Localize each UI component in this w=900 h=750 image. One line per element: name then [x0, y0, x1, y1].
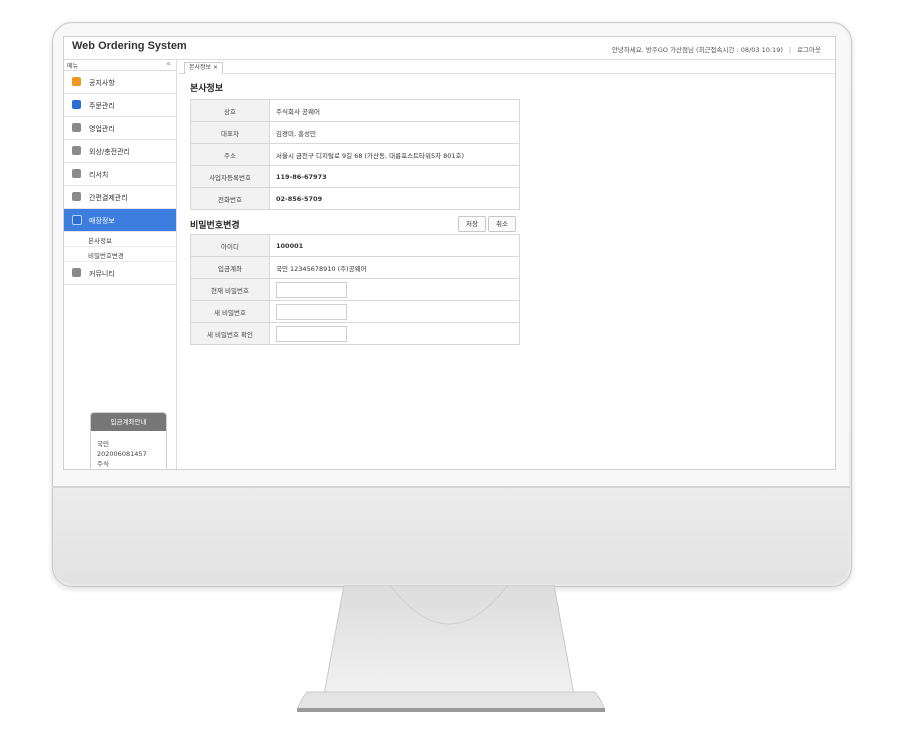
monitor-chin	[53, 488, 849, 584]
bank-account-number: 202006081457	[97, 450, 147, 458]
menu-square-icon	[72, 215, 82, 225]
menu-square-icon	[72, 146, 81, 155]
bank-account-holder: 주식	[97, 460, 109, 468]
sidebar-item-notice[interactable]: 공지사항	[64, 71, 176, 94]
sidebar-item-community[interactable]: 커뮤니티	[64, 262, 176, 285]
screen: Web Ordering System 안녕하세요. 방주GO 가산점님 (최근…	[63, 36, 836, 470]
password-table: 아이디 100001 입금계좌 국민 12345678910 (주)공웨어 현재…	[190, 234, 520, 345]
sidebar-item-label: 리서치	[89, 171, 109, 179]
sidebar-subitem-label: 비밀번호변경	[88, 252, 124, 260]
deposit-account-value: 국민 12345678910 (주)공웨어	[269, 256, 520, 279]
sidebar-item-label: 주문관리	[89, 102, 115, 110]
top-bar: Web Ordering System 안녕하세요. 방주GO 가산점님 (최근…	[64, 37, 835, 60]
hq-info-title: 본사정보	[190, 84, 224, 94]
row-value: 서울시 금천구 디지털로 9길 68 (가산동, 대륭포스트타워5차 801호)	[269, 143, 520, 166]
tab-hq-info[interactable]: 본사정보 ×	[184, 62, 224, 74]
row-value: 김경미, 홍성민	[269, 121, 520, 144]
greeting-text: 안녕하세요. 방주GO 가산점님 (최근접속시간 : 08/03 10:19)	[611, 46, 783, 54]
row-label: 상호	[190, 99, 270, 122]
menu-square-icon	[72, 123, 81, 132]
row-value: 02-856-5709	[269, 187, 520, 210]
logout-link[interactable]: 로그아웃	[797, 46, 821, 54]
password-change-title: 비밀번호변경	[190, 221, 240, 231]
sidebar-item-research[interactable]: 리서치	[64, 163, 176, 186]
main-content: 본사정보 × 본사정보 상호 주식회사 공웨어 대표자 김경미, 홍성민 주소 …	[178, 60, 835, 469]
table-row: 사업자등록번호 119-86-67973	[190, 165, 520, 188]
row-label: 대표자	[190, 121, 270, 144]
bank-account-box: 입금계좌안내 국민 202006081457 주식	[90, 412, 167, 469]
confirm-password-input[interactable]	[276, 325, 347, 342]
row-value: 119-86-67973	[269, 165, 520, 188]
sidebar-item-credit[interactable]: 외상/충전관리	[64, 140, 176, 163]
sidebar-item-label: 공지사항	[89, 79, 115, 87]
menu-square-icon	[72, 169, 81, 178]
menu-square-icon	[72, 192, 81, 201]
row-value: 주식회사 공웨어	[269, 99, 520, 122]
bank-name: 국민	[97, 440, 109, 448]
table-row: 대표자 김경미, 홍성민	[190, 121, 520, 144]
sidebar-item-label: 간편결제관리	[89, 194, 128, 202]
sidebar-subitem-label: 본사정보	[88, 237, 112, 245]
sidebar-item-store-info[interactable]: 매장정보	[64, 209, 176, 232]
sidebar-subitem-change-password[interactable]: 비밀번호변경	[64, 247, 176, 262]
table-row: 새 비밀번호 확인	[190, 322, 520, 345]
sidebar-item-label: 영업관리	[89, 125, 115, 133]
save-button[interactable]: 저장	[458, 216, 486, 232]
app-title: Web Ordering System	[72, 40, 187, 52]
monitor-base	[297, 691, 605, 712]
menu-square-icon	[72, 268, 81, 277]
current-password-input[interactable]	[276, 281, 347, 298]
new-password-input[interactable]	[276, 303, 347, 320]
separator: |	[788, 46, 792, 54]
bank-box-title: 입금계좌안내	[91, 413, 166, 431]
table-row: 상호 주식회사 공웨어	[190, 99, 520, 122]
row-label: 새 비밀번호	[190, 300, 270, 323]
sidebar-item-label: 외상/충전관리	[89, 148, 130, 156]
sidebar-item-orders[interactable]: 주문관리	[64, 94, 176, 117]
table-row: 아이디 100001	[190, 234, 520, 257]
sidebar-menu-label: 메뉴	[67, 63, 79, 70]
row-label: 새 비밀번호 확인	[190, 322, 270, 345]
sidebar-header: 메뉴 «	[64, 59, 176, 71]
cancel-button[interactable]: 취소	[488, 216, 516, 232]
table-row: 전화번호 02-856-5709	[190, 187, 520, 210]
table-row: 입금계좌 국민 12345678910 (주)공웨어	[190, 256, 520, 279]
sidebar-subitem-hq-info[interactable]: 본사정보	[64, 232, 176, 247]
row-label: 입금계좌	[190, 256, 270, 279]
table-row: 현재 비밀번호	[190, 278, 520, 301]
collapse-icon[interactable]: «	[166, 59, 171, 68]
sidebar: 메뉴 « 공지사항 주문관리 영업관리 외상/충전관리 리서치 간편결제관리 매…	[64, 59, 177, 469]
menu-square-icon	[72, 77, 81, 86]
monitor-stand	[323, 585, 575, 695]
table-row: 새 비밀번호	[190, 300, 520, 323]
row-label: 전화번호	[190, 187, 270, 210]
sidebar-item-sales[interactable]: 영업관리	[64, 117, 176, 140]
table-row: 주소 서울시 금천구 디지털로 9길 68 (가산동, 대륭포스트타워5차 80…	[190, 143, 520, 166]
sidebar-item-label: 커뮤니티	[89, 270, 115, 278]
row-label: 아이디	[190, 234, 270, 257]
row-label: 주소	[190, 143, 270, 166]
sidebar-item-label: 매장정보	[89, 217, 115, 225]
sidebar-item-easypay[interactable]: 간편결제관리	[64, 186, 176, 209]
tab-bar: 본사정보 ×	[178, 60, 835, 74]
row-label: 현재 비밀번호	[190, 278, 270, 301]
row-label: 사업자등록번호	[190, 165, 270, 188]
hq-info-table: 상호 주식회사 공웨어 대표자 김경미, 홍성민 주소 서울시 금천구 디지털로…	[190, 99, 520, 210]
menu-square-icon	[72, 100, 81, 109]
user-info: 안녕하세요. 방주GO 가산점님 (최근접속시간 : 08/03 10:19) |…	[612, 44, 821, 54]
user-id-value: 100001	[269, 234, 520, 257]
